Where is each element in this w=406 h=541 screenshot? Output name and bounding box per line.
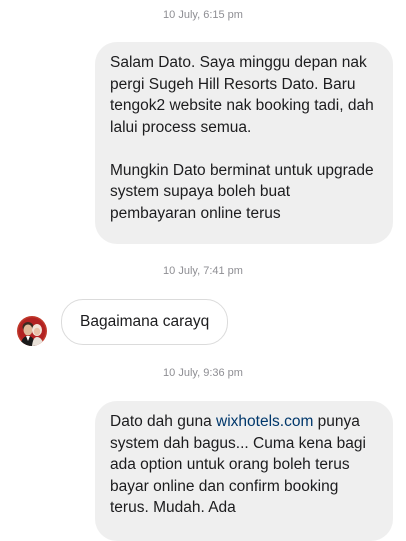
contact-avatar[interactable] bbox=[17, 316, 47, 346]
message-timestamp: 10 July, 6:15 pm bbox=[163, 9, 243, 21]
message-text: Salam Dato. Saya minggu depan nak pergi … bbox=[110, 54, 374, 136]
message-timestamp: 10 July, 7:41 pm bbox=[163, 265, 243, 277]
message-text: Dato dah guna wixhotels.com punya system… bbox=[110, 411, 379, 519]
message-text: Bagaimana carayq bbox=[80, 313, 210, 331]
outgoing-message-bubble[interactable]: Salam Dato. Saya minggu depan nak pergi … bbox=[95, 42, 393, 244]
chat-thread: 10 July, 6:15 pm Salam Dato. Saya minggu… bbox=[0, 0, 406, 541]
message-text: Mungkin Dato berminat untuk upgrade syst… bbox=[110, 161, 374, 222]
profile-avatar-icon bbox=[17, 316, 47, 346]
website-link[interactable]: wixhotels.com bbox=[216, 413, 313, 430]
message-timestamp: 10 July, 9:36 pm bbox=[163, 367, 243, 379]
incoming-message-bubble[interactable]: Bagaimana carayq bbox=[61, 299, 229, 345]
message-text-segment: Dato dah guna bbox=[110, 413, 217, 430]
outgoing-message-bubble[interactable]: Dato dah guna wixhotels.com punya system… bbox=[95, 401, 393, 541]
